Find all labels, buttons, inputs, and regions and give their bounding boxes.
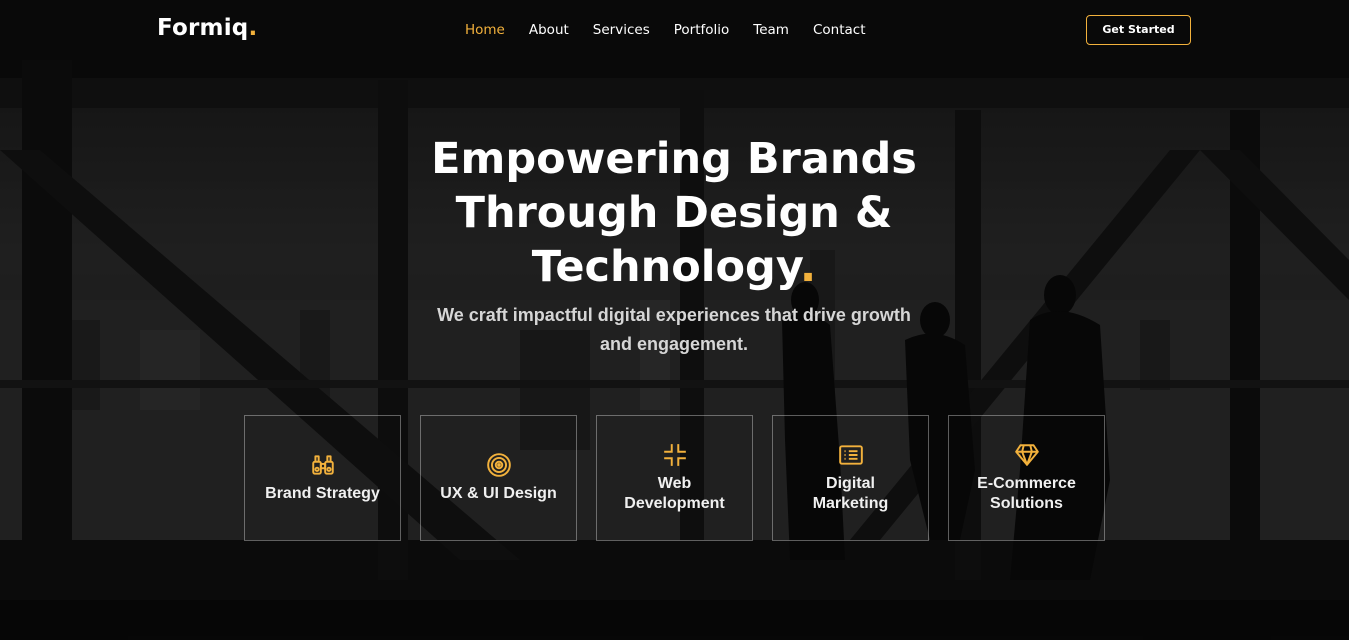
target-icon (486, 453, 511, 477)
service-label: Web Development (624, 475, 725, 512)
headline-line-2: Through Design & (455, 188, 893, 238)
nav-link-team[interactable]: Team (753, 22, 789, 38)
headline-line-3: Technology (531, 242, 800, 292)
service-card-web-development[interactable]: Web Development (596, 415, 753, 541)
service-card-ux-ui-design[interactable]: UX & UI Design (420, 415, 577, 541)
subtitle-line-1: We craft impactful digital experiences t… (437, 305, 911, 325)
diamond-icon (1014, 444, 1039, 466)
nav-link-about[interactable]: About (529, 22, 569, 38)
hero-subtitle: We craft impactful digital experiences t… (424, 301, 924, 359)
main-nav: Home About Services Portfolio Team Conta… (465, 22, 890, 38)
headline-dot: . (799, 242, 817, 292)
service-card-brand-strategy[interactable]: Brand Strategy (244, 415, 401, 541)
nav-link-contact[interactable]: Contact (813, 22, 866, 38)
nav-link-home[interactable]: Home (465, 22, 505, 38)
newspaper-icon (838, 445, 863, 465)
brand-dot: . (248, 15, 258, 41)
service-card-digital-marketing[interactable]: Digital Marketing (772, 415, 929, 541)
services-row: Brand Strategy UX & UI Design Web Develo… (244, 415, 1105, 541)
service-label: E-Commerce Solutions (977, 475, 1076, 512)
brand-logo[interactable]: Formiq. (157, 15, 257, 41)
brand-name: Formiq (157, 15, 249, 41)
subtitle-line-2: and engagement. (599, 334, 749, 354)
service-label: UX & UI Design (440, 485, 557, 502)
site-header: Formiq. Home About Services Portfolio Te… (0, 0, 1349, 62)
service-label: Digital Marketing (812, 475, 889, 512)
hero-headline: Empowering Brands Through Design & Techn… (374, 132, 974, 294)
get-started-button[interactable]: Get Started (1086, 15, 1191, 45)
frame-corners-icon (663, 444, 686, 466)
binoculars-icon (311, 455, 334, 475)
headline-line-1: Empowering Brands (431, 134, 917, 184)
service-label: Brand Strategy (265, 485, 380, 502)
nav-link-services[interactable]: Services (593, 22, 650, 38)
nav-link-portfolio[interactable]: Portfolio (674, 22, 730, 38)
service-card-e-commerce-solutions[interactable]: E-Commerce Solutions (948, 415, 1105, 541)
